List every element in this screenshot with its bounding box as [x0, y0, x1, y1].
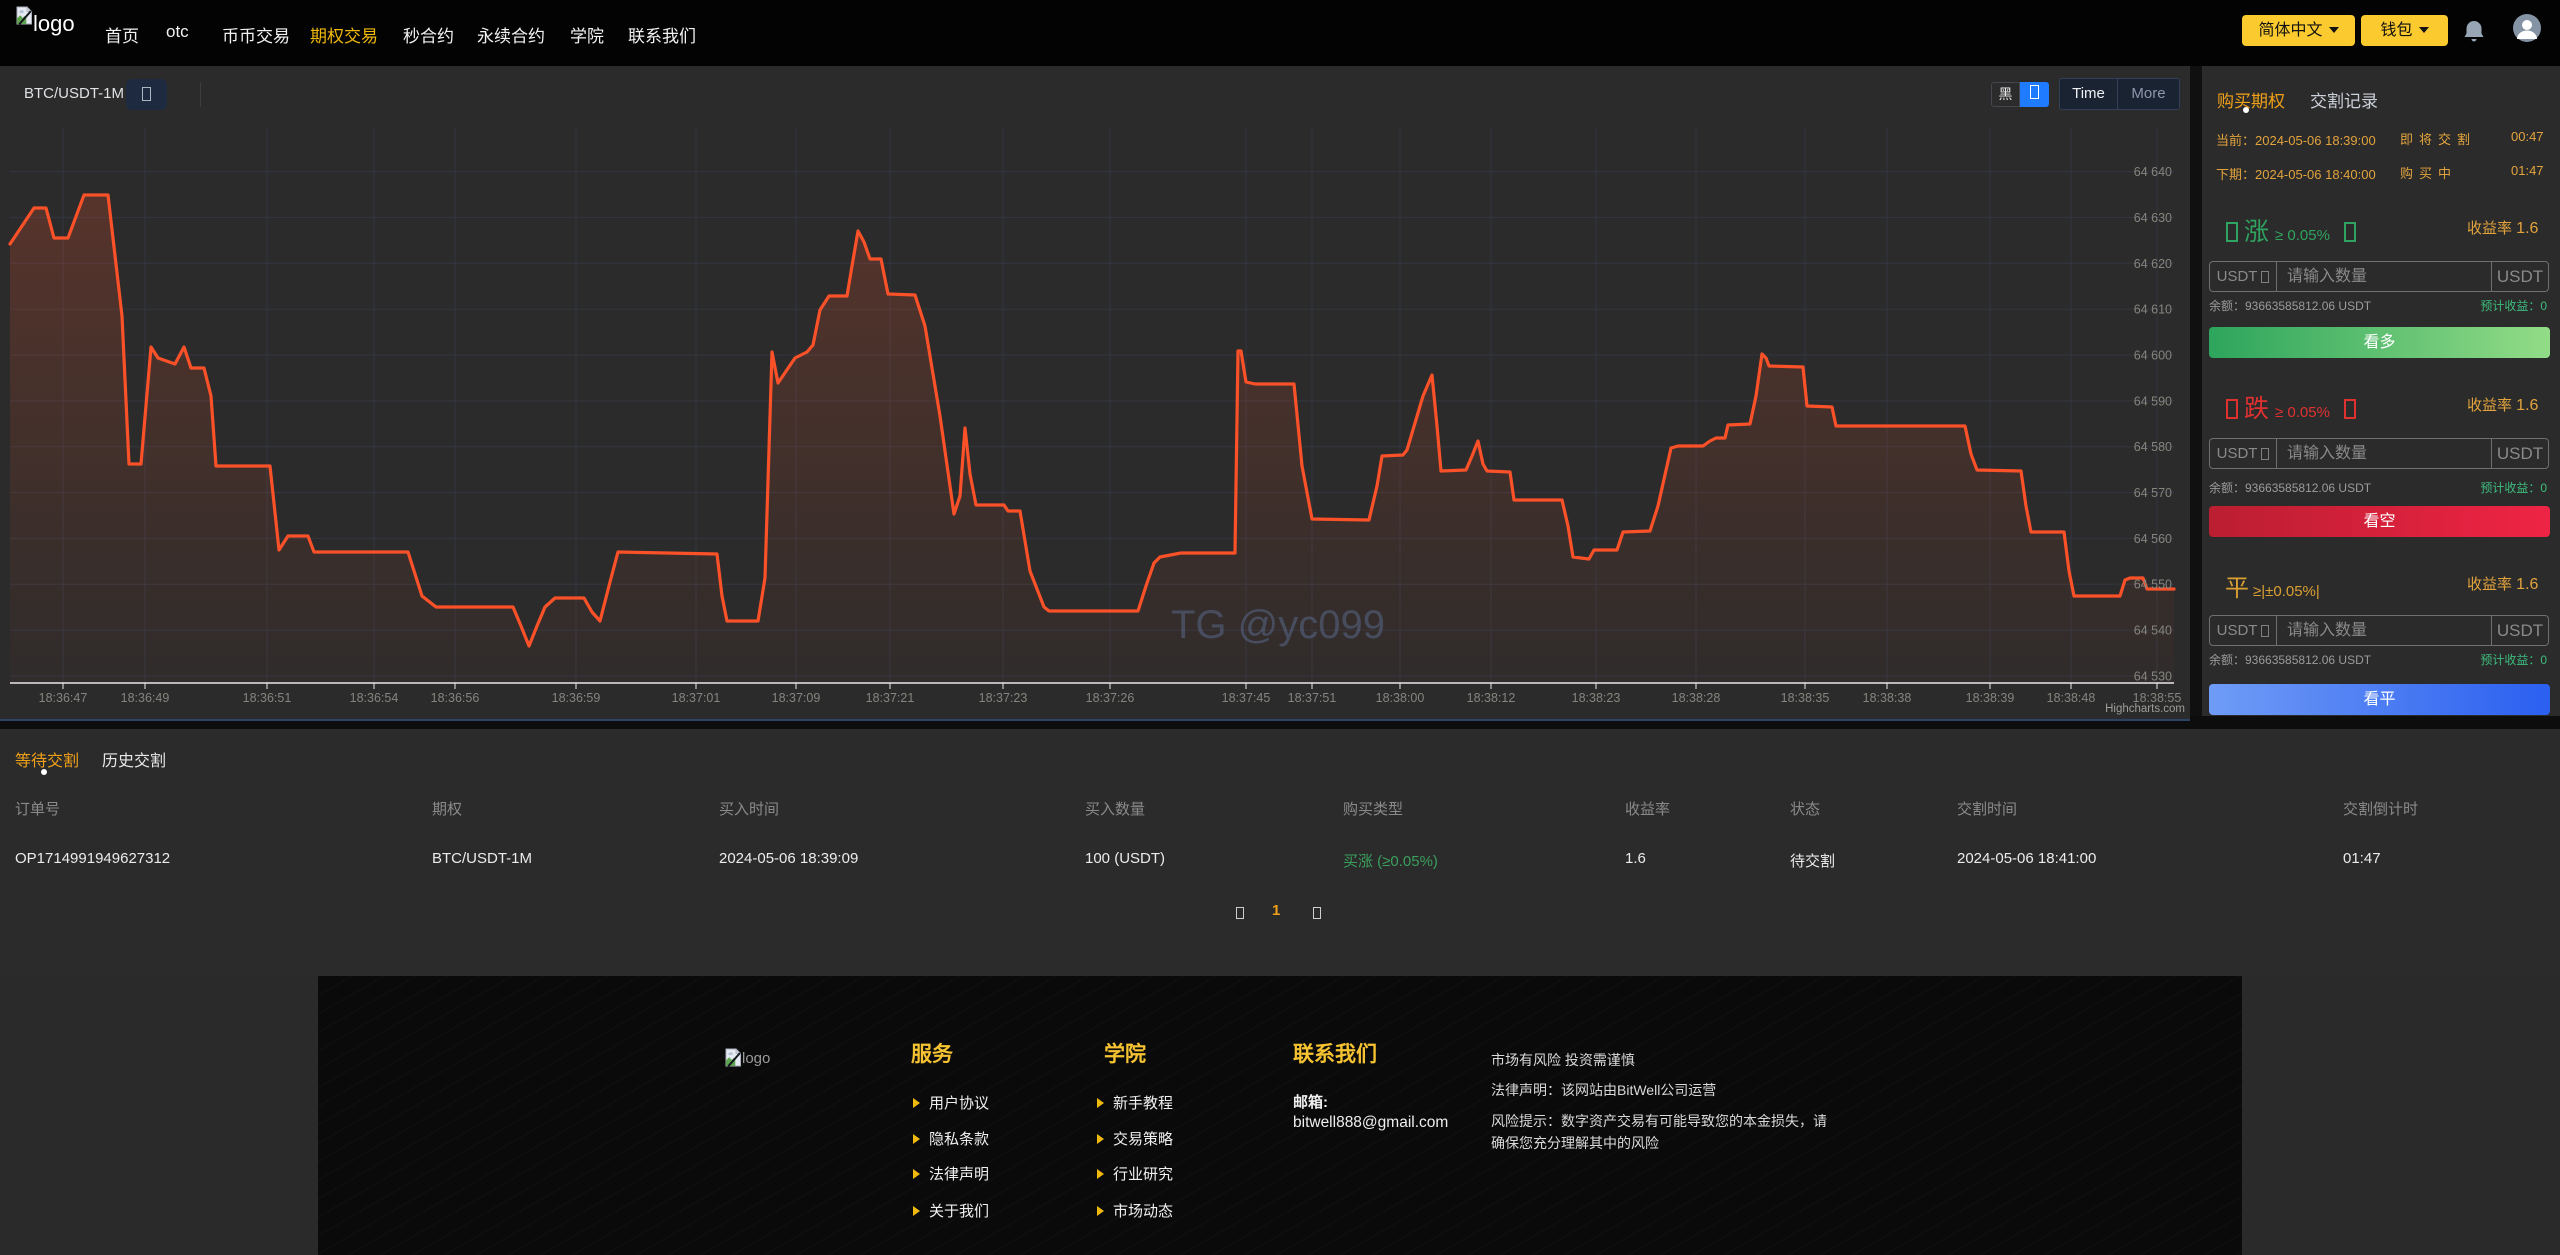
svg-text:64 530: 64 530: [2134, 670, 2172, 684]
svg-text:18:37:26: 18:37:26: [1086, 691, 1135, 705]
svg-text:18:37:23: 18:37:23: [979, 691, 1028, 705]
svg-text:64 610: 64 610: [2134, 303, 2172, 317]
svg-text:18:37:01: 18:37:01: [672, 691, 721, 705]
svg-text:64 540: 64 540: [2134, 624, 2172, 638]
svg-text:18:38:28: 18:38:28: [1672, 691, 1721, 705]
svg-text:64 620: 64 620: [2134, 257, 2172, 271]
svg-text:18:36:54: 18:36:54: [350, 691, 399, 705]
svg-text:18:36:51: 18:36:51: [243, 691, 292, 705]
svg-text:18:37:45: 18:37:45: [1222, 691, 1271, 705]
svg-text:64 570: 64 570: [2134, 486, 2172, 500]
svg-text:18:37:51: 18:37:51: [1288, 691, 1337, 705]
svg-text:64 640: 64 640: [2134, 165, 2172, 179]
svg-text:18:36:47: 18:36:47: [39, 691, 88, 705]
svg-text:18:36:49: 18:36:49: [121, 691, 170, 705]
svg-text:18:38:48: 18:38:48: [2047, 691, 2096, 705]
svg-text:64 600: 64 600: [2134, 349, 2172, 363]
svg-text:18:38:39: 18:38:39: [1966, 691, 2015, 705]
svg-text:18:38:12: 18:38:12: [1467, 691, 1516, 705]
svg-text:18:38:38: 18:38:38: [1863, 691, 1912, 705]
svg-text:64 630: 64 630: [2134, 211, 2172, 225]
svg-text:64 590: 64 590: [2134, 394, 2172, 408]
svg-text:18:38:00: 18:38:00: [1376, 691, 1425, 705]
svg-text:18:38:35: 18:38:35: [1781, 691, 1830, 705]
svg-text:18:36:56: 18:36:56: [431, 691, 480, 705]
svg-text:18:38:23: 18:38:23: [1572, 691, 1621, 705]
svg-text:64 560: 64 560: [2134, 532, 2172, 546]
svg-text:18:37:09: 18:37:09: [772, 691, 821, 705]
svg-text:64 550: 64 550: [2134, 578, 2172, 592]
svg-text:18:36:59: 18:36:59: [552, 691, 601, 705]
svg-text:18:37:21: 18:37:21: [866, 691, 915, 705]
svg-text:64 580: 64 580: [2134, 440, 2172, 454]
